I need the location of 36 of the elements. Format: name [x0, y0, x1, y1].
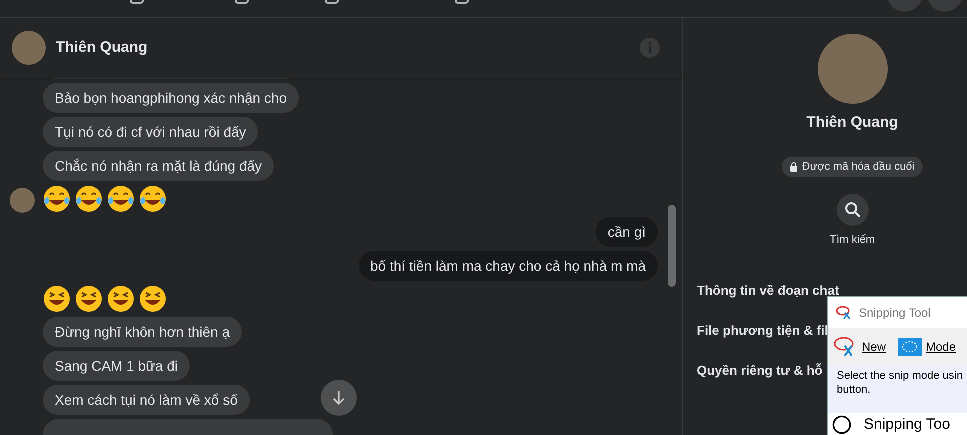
message-bubble: Sang CAM 1 bữa đi — [43, 351, 190, 382]
message-bubble: Đừng nghĩ khôn hơn thiên ạ — [43, 317, 242, 348]
message-bubble: bố thí tiền làm ma chay cho cả họ nhà m mà — [358, 251, 658, 282]
profile-name: Thiên Quang — [806, 113, 898, 133]
message-bubble: Tụi nó có đi cf với nhau rồi đấy — [43, 117, 258, 148]
grinning-squint-emoji-icon — [75, 285, 103, 314]
laughing-tears-emoji-icon — [75, 185, 103, 214]
laughing-tears-emoji-icon — [139, 185, 167, 214]
arrow-down-icon — [332, 390, 346, 406]
contact-name: Thiên Quang — [56, 38, 148, 58]
search-icon — [844, 202, 860, 218]
grinning-squint-emoji-icon — [107, 285, 135, 314]
toolbar-button[interactable]: Mode — [896, 338, 958, 356]
window-title: Snipping Tool — [859, 304, 931, 322]
footer-text: Snipping Too — [864, 415, 950, 435]
scrollbar-thumb[interactable] — [668, 205, 676, 287]
message-bubble: Bảo bọn hoangphihong xác nhận cho — [43, 83, 299, 114]
laughing-tears-emoji-icon — [43, 185, 71, 214]
grinning-squint-emoji-icon — [43, 285, 71, 314]
message-bubble: cần gì — [596, 217, 658, 248]
grinning-squint-emoji-icon — [139, 285, 167, 314]
laughing-tears-emoji-icon — [107, 185, 135, 214]
message-bubble: Chắc nó nhận ra mặt là đúng đấy — [43, 151, 274, 182]
lock-icon — [790, 162, 798, 172]
snip-mode-icon — [898, 338, 922, 356]
description-text: Select the snip mode usin button. — [828, 365, 967, 413]
search-label: Tìm kiếm — [830, 233, 876, 248]
toolbar-button[interactable]: New — [832, 336, 888, 358]
avatar-image — [12, 31, 46, 65]
badge-text: Được mã hóa đầu cuối — [802, 160, 915, 174]
section-item[interactable]: Thông tin về đoạn chat — [697, 270, 840, 310]
message-bubble: Xem cách tụi nó làm về xổ số — [43, 385, 250, 416]
section-item[interactable]: Quyền riêng tư & hỗ — [697, 350, 823, 390]
scroll-down-button[interactable] — [321, 380, 357, 416]
avatar-image — [10, 188, 35, 214]
search-button[interactable] — [836, 194, 868, 226]
